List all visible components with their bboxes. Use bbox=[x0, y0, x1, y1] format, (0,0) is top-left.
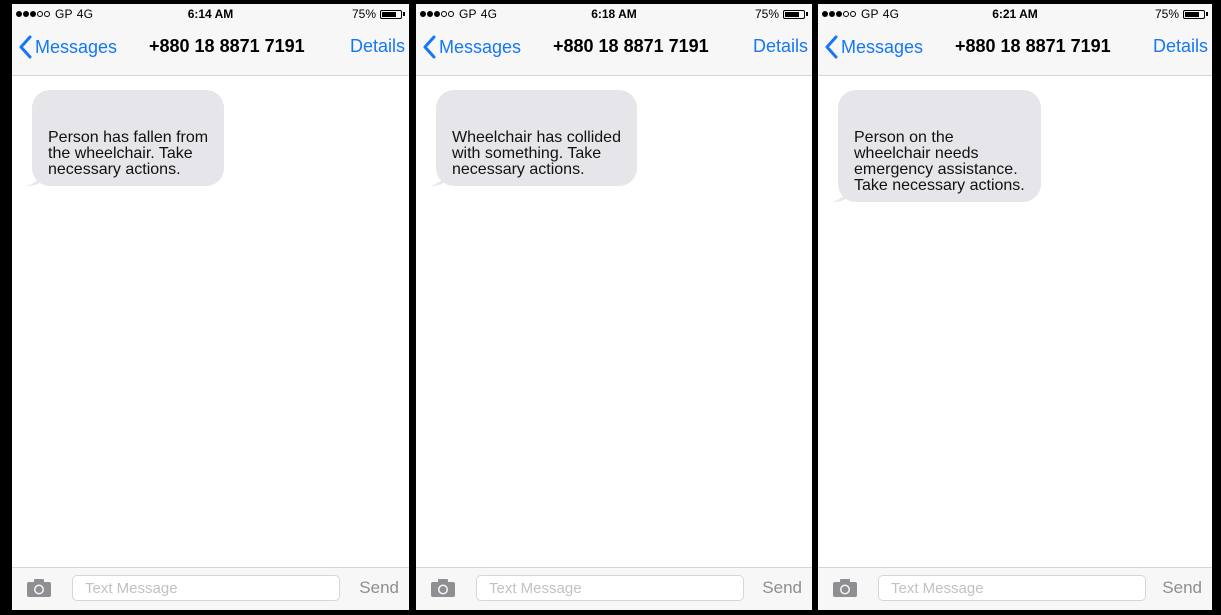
message-text: Person on the wheelchair needs emergency… bbox=[854, 129, 1025, 194]
battery-percent: 75% bbox=[1154, 7, 1179, 21]
status-bar: GP 4G 6:14 AM 75% bbox=[12, 4, 409, 23]
battery-icon bbox=[1183, 9, 1205, 19]
details-button[interactable]: Details bbox=[350, 36, 405, 57]
contact-title: +880 18 8871 7191 bbox=[149, 36, 305, 56]
back-label: Messages bbox=[841, 36, 924, 57]
message-input[interactable]: Text Message bbox=[476, 575, 744, 601]
message-input[interactable]: Text Message bbox=[72, 575, 340, 601]
battery-fill bbox=[382, 11, 396, 17]
battery-indicator: 75% bbox=[755, 7, 808, 21]
back-button[interactable]: Messages bbox=[422, 35, 521, 59]
chevron-left-icon bbox=[18, 35, 32, 59]
status-bar: GP 4G 6:18 AM 75% bbox=[416, 4, 812, 23]
screenshot-panel: GP 4G 6:14 AM 75% Messages +880 18 8871 … bbox=[0, 0, 1221, 615]
send-button[interactable]: Send bbox=[359, 578, 399, 598]
battery-percent: 75% bbox=[754, 7, 779, 21]
battery-icon bbox=[380, 9, 402, 19]
status-bar: GP 4G 6:21 AM 75% bbox=[818, 4, 1212, 23]
camera-icon[interactable] bbox=[26, 578, 52, 603]
clock: 6:21 AM bbox=[992, 7, 1038, 21]
back-button[interactable]: Messages bbox=[18, 35, 117, 59]
back-label: Messages bbox=[439, 36, 522, 57]
battery-indicator: 75% bbox=[352, 7, 405, 21]
message-text: Wheelchair has collided with something. … bbox=[452, 129, 621, 178]
contact-title: +880 18 8871 7191 bbox=[553, 36, 709, 56]
camera-icon[interactable] bbox=[430, 578, 456, 603]
details-button[interactable]: Details bbox=[753, 36, 808, 57]
contact-title: +880 18 8871 7191 bbox=[955, 36, 1111, 56]
battery-indicator: 75% bbox=[1155, 7, 1208, 21]
navigation-bar: Messages +880 18 8871 7191 Details bbox=[818, 23, 1212, 76]
battery-tip bbox=[1206, 12, 1208, 16]
camera-icon[interactable] bbox=[832, 578, 858, 603]
message-input[interactable]: Text Message bbox=[878, 575, 1146, 601]
bubble-tail bbox=[430, 172, 446, 186]
battery-percent: 75% bbox=[351, 7, 376, 21]
compose-bar: Text Message Send bbox=[416, 567, 812, 610]
send-button[interactable]: Send bbox=[1162, 578, 1202, 598]
battery-fill bbox=[785, 11, 799, 17]
chevron-left-icon bbox=[422, 35, 436, 59]
back-button[interactable]: Messages bbox=[824, 35, 923, 59]
message-bubble: Person on the wheelchair needs emergency… bbox=[832, 90, 1041, 202]
phone-screen: GP 4G 6:14 AM 75% Messages +880 18 8871 … bbox=[12, 4, 409, 610]
send-button[interactable]: Send bbox=[762, 578, 802, 598]
back-label: Messages bbox=[35, 36, 118, 57]
clock: 6:14 AM bbox=[187, 7, 234, 21]
message-text: Person has fallen from the wheelchair. T… bbox=[48, 129, 209, 178]
compose-bar: Text Message Send bbox=[12, 567, 409, 610]
navigation-bar: Messages +880 18 8871 7191 Details bbox=[416, 23, 812, 76]
phone-screen: GP 4G 6:18 AM 75% Messages +880 18 8871 … bbox=[416, 4, 812, 610]
battery-tip bbox=[806, 12, 808, 16]
battery-tip bbox=[403, 12, 405, 16]
chevron-left-icon bbox=[824, 35, 838, 59]
bubble-tail bbox=[26, 172, 42, 186]
compose-bar: Text Message Send bbox=[818, 567, 1212, 610]
phone-screen: GP 4G 6:21 AM 75% Messages +880 18 8871 … bbox=[818, 4, 1212, 610]
details-button[interactable]: Details bbox=[1153, 36, 1208, 57]
battery-icon bbox=[783, 9, 805, 19]
bubble-tail bbox=[832, 188, 848, 202]
clock: 6:18 AM bbox=[591, 7, 637, 21]
message-bubble: Person has fallen from the wheelchair. T… bbox=[26, 90, 225, 186]
battery-fill bbox=[1185, 11, 1199, 17]
navigation-bar: Messages +880 18 8871 7191 Details bbox=[12, 23, 409, 76]
message-bubble: Wheelchair has collided with something. … bbox=[430, 90, 637, 186]
